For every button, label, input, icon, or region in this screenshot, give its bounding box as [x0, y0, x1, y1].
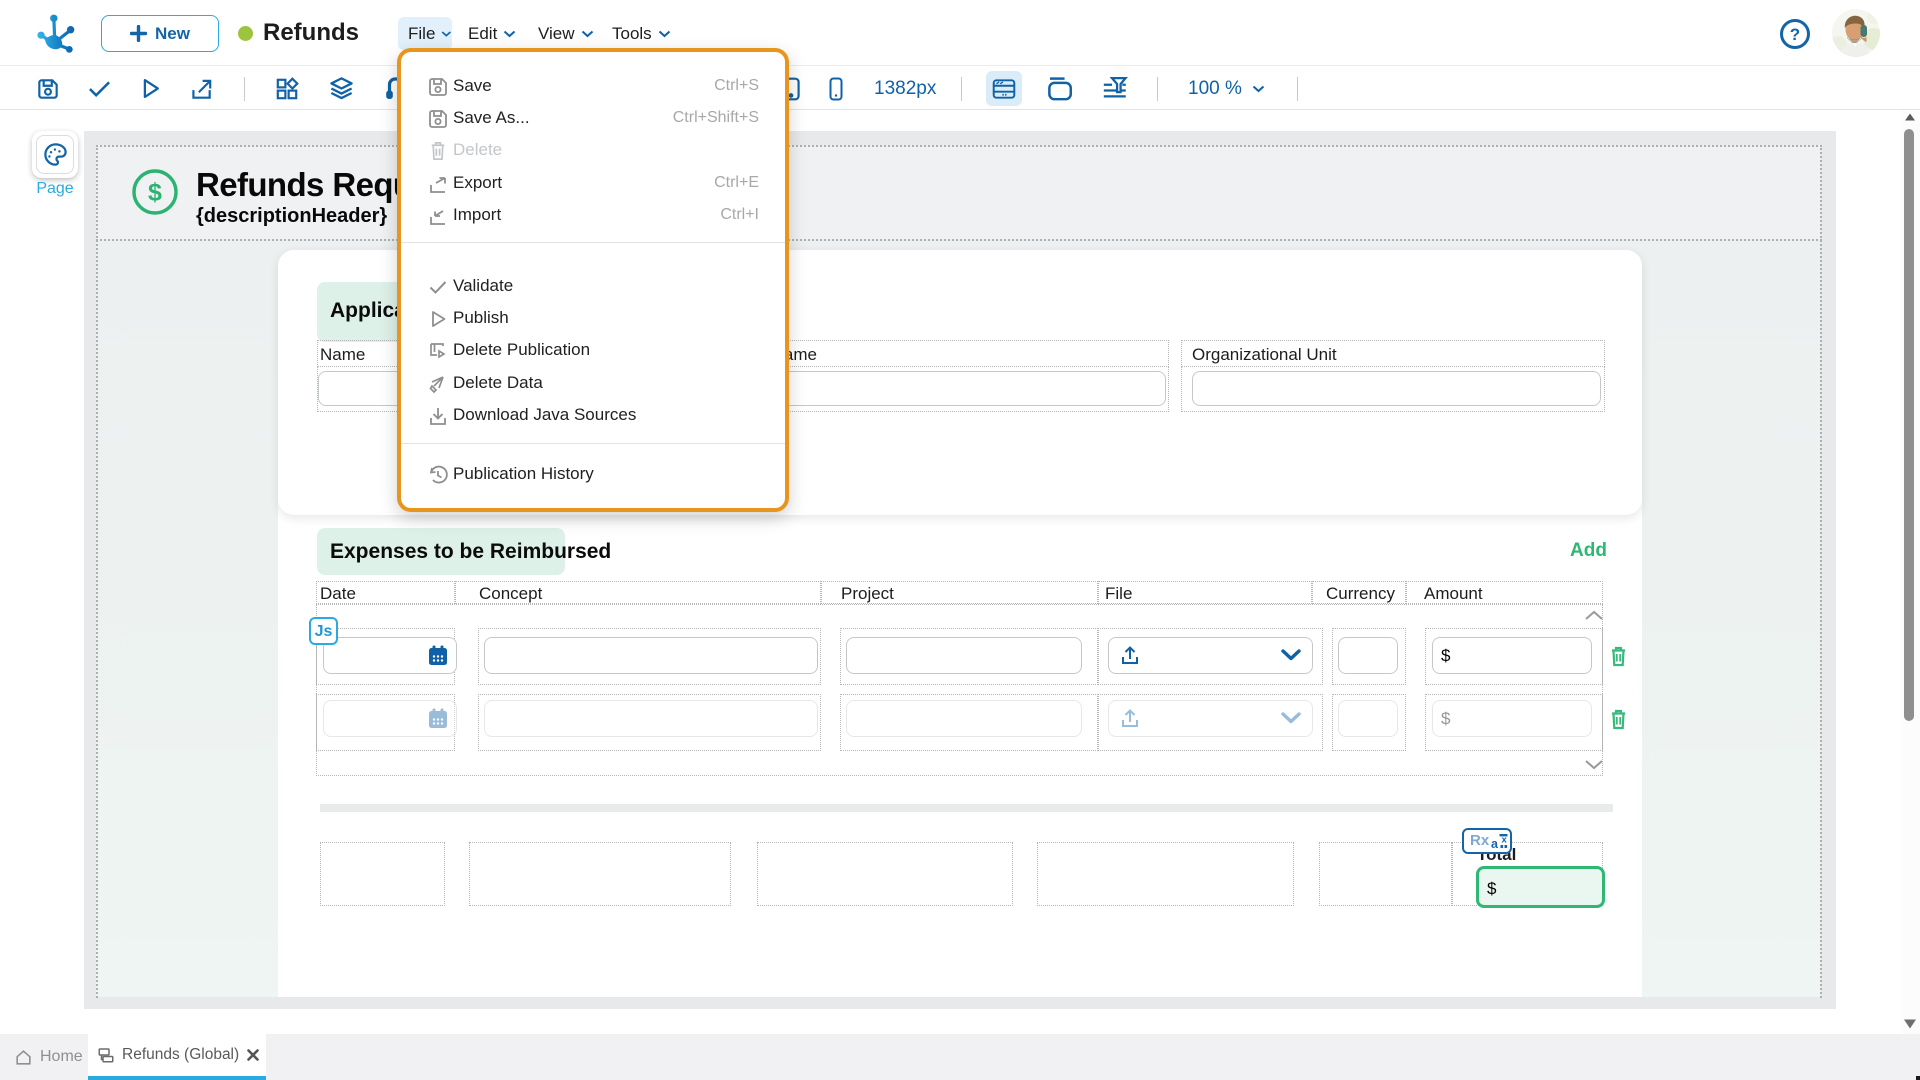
- svg-text:a: a: [1491, 837, 1499, 851]
- svg-text:x: x: [1502, 835, 1508, 846]
- svg-text:?: ?: [1790, 25, 1800, 44]
- svg-text:$: $: [148, 179, 162, 207]
